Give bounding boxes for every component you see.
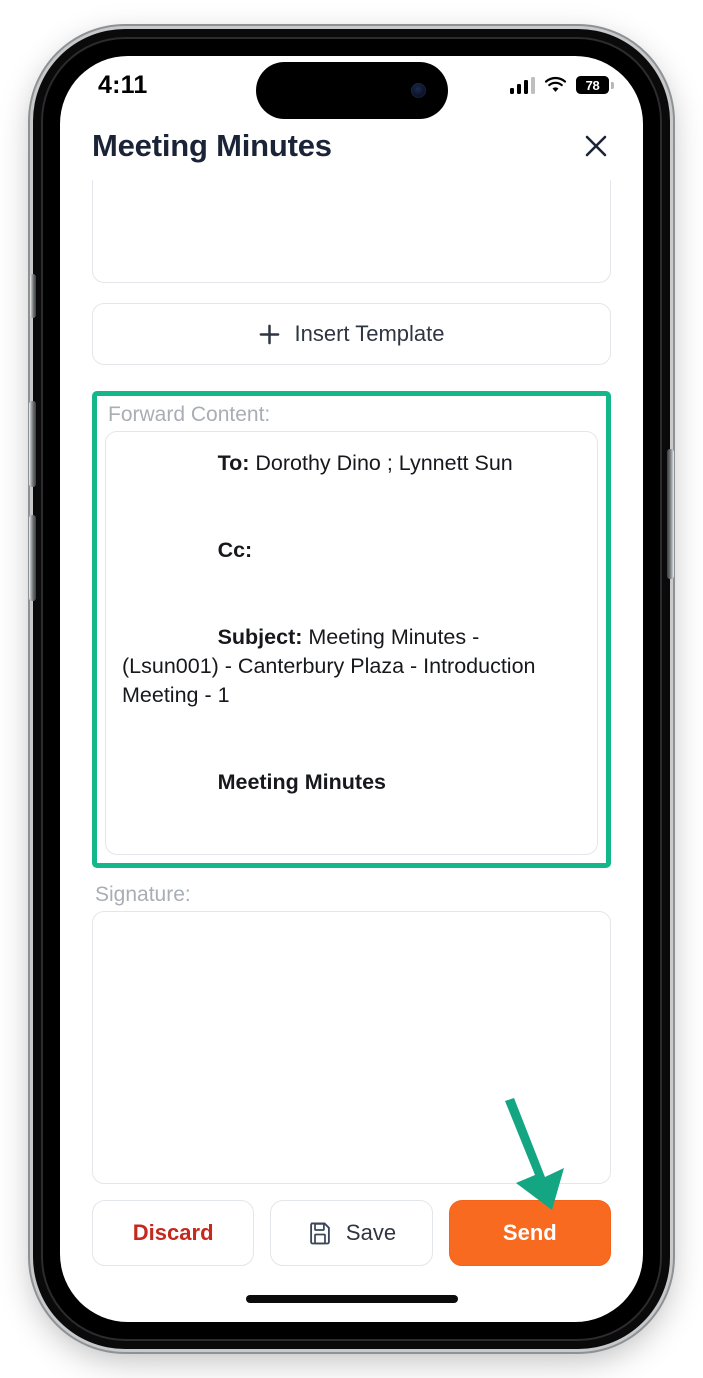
signature-group: Signature: — [92, 882, 611, 1184]
forward-to-label: To: — [217, 451, 250, 475]
front-camera-icon — [410, 83, 426, 98]
forward-docno-line: Doc No: 2 (Ref: 373) — [122, 826, 581, 854]
floppy-disk-save-icon — [310, 1222, 330, 1245]
power-hardware-button[interactable] — [667, 449, 674, 579]
forward-content-label: Forward Content: — [108, 403, 271, 426]
insert-template-label: Insert Template — [294, 321, 445, 346]
action-bar: Discard Save Send — [60, 1184, 643, 1276]
battery-level-label: 78 — [585, 77, 600, 93]
forward-subject-value: Meeting Minutes - (Lsun001) - Canterbury… — [122, 625, 542, 707]
volume-down-hardware-button[interactable] — [29, 515, 36, 601]
status-bar: 4:11 78 — [60, 56, 643, 119]
insert-template-button[interactable]: Insert Template — [92, 303, 611, 365]
signature-field[interactable] — [92, 911, 611, 1184]
volume-up-hardware-button[interactable] — [29, 401, 36, 487]
discard-button-label: Discard — [132, 1220, 214, 1245]
forward-subject-label: Subject: — [217, 625, 303, 649]
status-bar-time: 4:11 — [98, 70, 148, 99]
message-body-field[interactable] — [92, 180, 611, 283]
forward-to-line: To: Dorothy Dino ; Lynnett Sun — [122, 432, 581, 507]
close-icon — [585, 135, 607, 157]
dynamic-island — [255, 62, 448, 119]
forward-doctype-line: Meeting Minutes — [122, 739, 581, 826]
forward-content-field[interactable]: To: Dorothy Dino ; Lynnett Sun Cc: Subje… — [105, 431, 598, 855]
page-title: Meeting Minutes — [92, 128, 332, 163]
forward-content-scroll: To: Dorothy Dino ; Lynnett Sun Cc: Subje… — [122, 432, 581, 854]
forward-to-value: Dorothy Dino ; Lynnett Sun — [249, 451, 513, 475]
mute-switch-hardware-button[interactable] — [30, 274, 36, 318]
save-button[interactable]: Save — [270, 1200, 433, 1266]
status-bar-indicators: 78 — [509, 76, 614, 94]
forward-cc-label: Cc: — [217, 538, 253, 562]
forward-cc-line: Cc: — [122, 507, 581, 594]
app-header: Meeting Minutes — [60, 114, 643, 180]
home-indicator-area — [60, 1276, 643, 1322]
home-indicator[interactable] — [245, 1295, 458, 1303]
close-button[interactable] — [579, 129, 613, 163]
form-body: Insert Template Forward Content: To: Dor… — [60, 180, 643, 1184]
save-button-label: Save — [345, 1220, 397, 1245]
forward-subject-line: Subject: Meeting Minutes - (Lsun001) - C… — [122, 594, 581, 739]
phone-screen: 4:11 78 Meeting Minutes Insert Template … — [60, 56, 643, 1322]
wifi-icon — [544, 76, 567, 92]
plus-icon — [260, 324, 280, 344]
send-button-label: Send — [502, 1220, 557, 1245]
send-button[interactable]: Send — [448, 1200, 611, 1266]
forward-content-highlight-group: Forward Content: To: Dorothy Dino ; Lynn… — [92, 391, 611, 868]
discard-button[interactable]: Discard — [92, 1200, 255, 1266]
battery-icon: 78 — [576, 76, 614, 94]
screenshot-stage: 4:11 78 Meeting Minutes Insert Template … — [0, 0, 703, 1378]
phone-device-frame: 4:11 78 Meeting Minutes Insert Template … — [29, 29, 674, 1349]
cellular-signal-icon — [509, 76, 535, 94]
forward-doctype-label: Meeting Minutes — [217, 770, 386, 794]
signature-label: Signature: — [95, 883, 191, 906]
